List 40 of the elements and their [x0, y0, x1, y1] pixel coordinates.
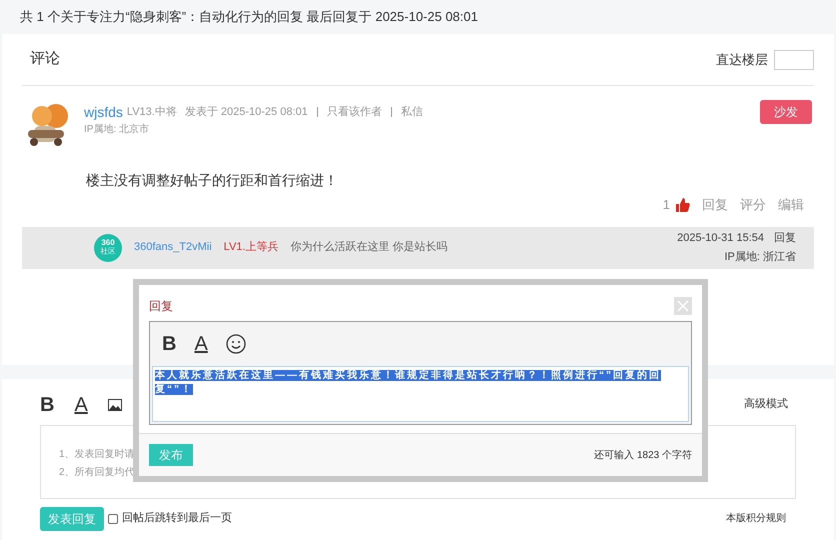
author-link[interactable]: wjsfds	[84, 102, 123, 122]
rules-link[interactable]: 本版积分规则	[726, 511, 786, 526]
publish-button[interactable]: 发布	[149, 444, 193, 466]
floor-input[interactable]	[774, 50, 814, 70]
jump-last-checkbox[interactable]	[108, 514, 118, 524]
thumbs-up-icon[interactable]	[676, 198, 690, 212]
section-title: 评论	[30, 49, 60, 70]
like-count: 1	[662, 196, 670, 214]
submit-reply-button[interactable]: 发表回复	[40, 506, 104, 530]
reply-level: LV1.上等兵	[224, 240, 278, 256]
jump-label: 直达楼层	[716, 50, 768, 69]
reply-time: 2025-10-31 15:54	[677, 231, 764, 246]
post-action[interactable]: 评分	[740, 195, 766, 214]
reply-ip: IP属地: 浙江省	[724, 250, 796, 264]
image-icon[interactable]	[108, 398, 122, 410]
font-color-tool[interactable]: A	[194, 329, 208, 359]
reply-link[interactable]: 回复	[774, 230, 796, 246]
bold-tool[interactable]: B	[162, 329, 176, 359]
post-link[interactable]: 只看该作者	[326, 104, 382, 120]
hint-text: 1、发表回复时请	[59, 448, 135, 462]
ip-location: IP属地: 北京市	[84, 122, 150, 137]
char-counter: 还可输入 1823 个字符	[594, 448, 692, 462]
post-body: 楼主没有调整好帖子的行距和首行缩进！	[86, 171, 339, 190]
close-icon	[677, 300, 689, 312]
bold-tool[interactable]: B	[40, 390, 54, 420]
post-action[interactable]: 编辑	[778, 195, 804, 214]
post-link[interactable]: 私信	[400, 104, 423, 120]
reply-summary: 共 1 个关于专注力“隐身刺客”：自动化行为的回复 最后回复于 2025-10-25 08:01	[19, 8, 479, 26]
floor-badge: 沙发	[760, 100, 812, 124]
advanced-mode-link[interactable]: 高级模式	[744, 396, 788, 413]
user-level: LV13.中将	[126, 104, 177, 120]
dialog-title: 回复	[149, 298, 173, 315]
reply-author[interactable]: 360fans_T2vMii	[134, 239, 212, 256]
dialog-textarea[interactable]: 本人就乐意活跃在这里——有钱难买我乐意！谁规定非得是站长才行呐？！照例进行“”回复的回复“”！	[152, 366, 689, 422]
post-time: 发表于 2025-10-25 08:01	[184, 104, 308, 120]
smiley-icon[interactable]	[226, 334, 246, 354]
font-color-tool[interactable]: A	[74, 390, 88, 420]
reply-text: 你为什么活跃在这里 你是站长吗	[290, 240, 448, 256]
jump-last-label: 回帖后跳转到最后一页	[122, 511, 232, 526]
post-action[interactable]: 回复	[702, 195, 728, 214]
